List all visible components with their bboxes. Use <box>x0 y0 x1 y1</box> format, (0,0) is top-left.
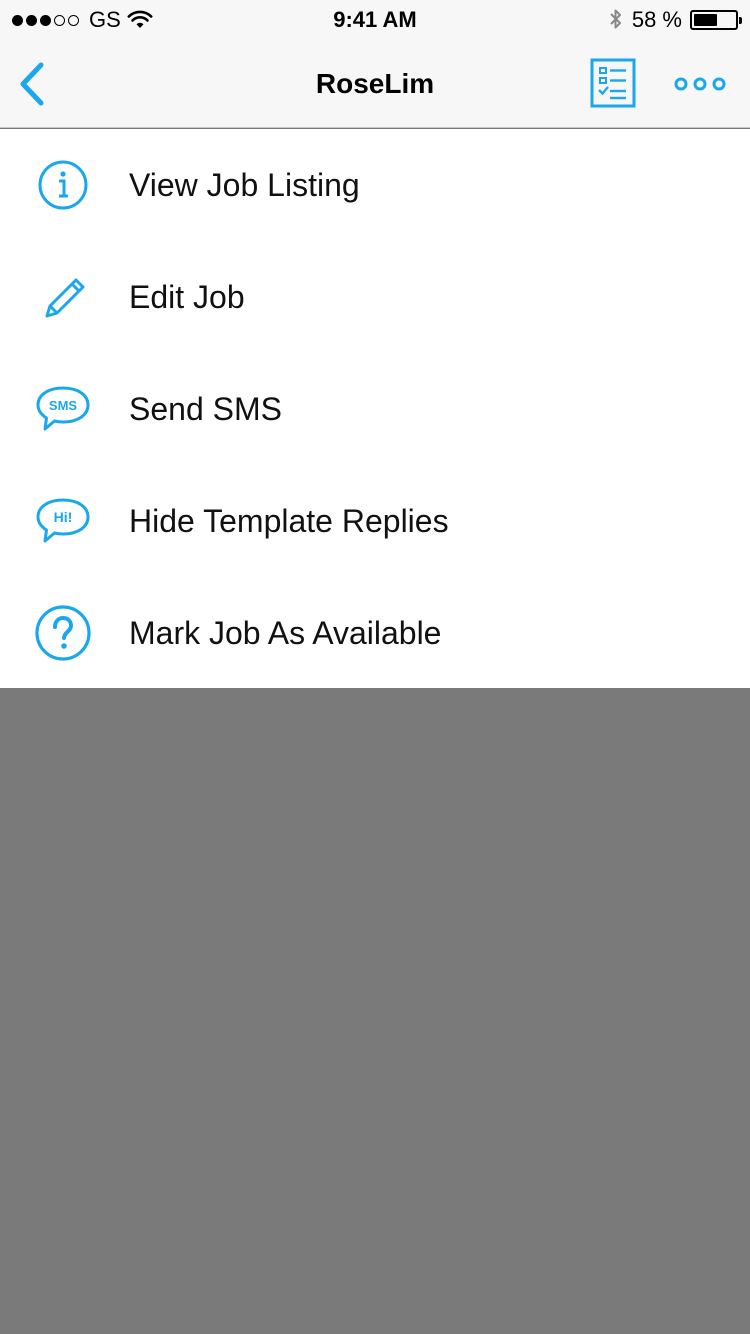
menu-item-send-sms[interactable]: SMS Send SMS <box>0 353 750 465</box>
menu-item-hide-template-replies[interactable]: Hi! Hide Template Replies <box>0 465 750 577</box>
dimmed-background-overlay[interactable] <box>0 688 750 1334</box>
checklist-button[interactable] <box>590 58 638 110</box>
pencil-icon <box>32 266 94 328</box>
menu-item-label: Edit Job <box>129 278 245 315</box>
menu-item-label: Hide Template Replies <box>129 502 449 539</box>
more-dots-icon <box>674 77 726 91</box>
action-menu: View Job Listing Edit Job SMS Send SMS H… <box>0 129 750 688</box>
carrier-name: GS <box>89 7 121 32</box>
menu-item-edit-job[interactable]: Edit Job <box>0 241 750 353</box>
checklist-icon <box>590 58 636 108</box>
menu-item-label: View Job Listing <box>129 166 360 203</box>
bluetooth-icon <box>610 9 621 29</box>
info-icon <box>32 154 94 216</box>
chevron-left-icon <box>20 62 44 106</box>
signal-strength-icon <box>12 14 79 26</box>
back-button[interactable] <box>10 58 54 110</box>
menu-item-view-job-listing[interactable]: View Job Listing <box>0 129 750 241</box>
status-right: 58 % <box>608 0 742 40</box>
menu-item-mark-job-available[interactable]: Mark Job As Available <box>0 577 750 689</box>
menu-item-label: Mark Job As Available <box>129 614 442 651</box>
sms-bubble-icon: SMS <box>32 378 94 440</box>
screen: GS 9:41 AM 58 % RoseLim View Job Listing… <box>0 0 750 1334</box>
more-options-button[interactable] <box>670 64 730 104</box>
svg-text:SMS: SMS <box>49 398 78 413</box>
status-bar: GS 9:41 AM 58 % <box>0 0 750 40</box>
question-icon <box>32 602 94 664</box>
hi-bubble-icon: Hi! <box>32 490 94 552</box>
svg-text:Hi!: Hi! <box>54 509 73 525</box>
navigation-bar: RoseLim <box>0 40 750 128</box>
battery-level <box>694 14 718 26</box>
battery-percent: 58 % <box>631 7 682 32</box>
menu-item-label: Send SMS <box>129 390 282 427</box>
status-left: GS <box>12 0 153 40</box>
battery-icon <box>690 10 742 30</box>
wifi-icon <box>127 10 153 28</box>
